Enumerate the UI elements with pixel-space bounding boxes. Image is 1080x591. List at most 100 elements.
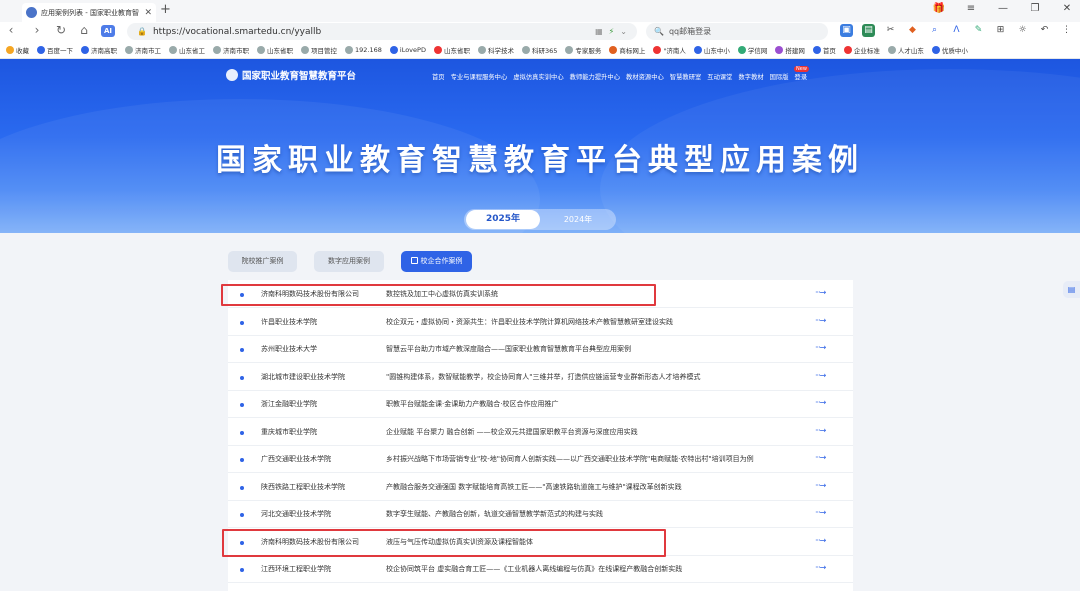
- url-text[interactable]: https://vocational.smartedu.cn/yyallb: [153, 27, 589, 37]
- ai-icon[interactable]: Λ: [950, 24, 963, 37]
- bookmark-item[interactable]: 山东省工: [169, 45, 209, 55]
- case-title[interactable]: 校企双元・虚拟协同・资源共生：许昌职业技术学院计算机网络技术产教智慧教研室建设实…: [386, 317, 673, 327]
- more-arrow-icon[interactable]: ···→: [815, 288, 826, 297]
- nav-item[interactable]: 登录: [795, 72, 808, 81]
- category-tab-enterprise[interactable]: 校企合作案例: [401, 251, 472, 272]
- search-icon[interactable]: ⌕: [928, 24, 941, 37]
- bookmark-item[interactable]: 济南高职: [81, 45, 121, 55]
- bookmark-item[interactable]: 项目管控: [301, 45, 341, 55]
- nav-item[interactable]: 互动课堂: [707, 72, 732, 81]
- bookmark-item[interactable]: "济南人: [653, 45, 690, 55]
- more-icon[interactable]: ⋮: [1060, 24, 1073, 37]
- bookmark-item[interactable]: 学信网: [737, 45, 772, 55]
- case-title[interactable]: 职教平台赋能金课·金课助力产教融合·校区合作应用推广: [386, 399, 558, 409]
- minimize-icon[interactable]: —: [996, 3, 1010, 14]
- case-organization[interactable]: 苏州职业技术大学: [261, 344, 317, 354]
- case-title[interactable]: 乡村振兴战略下市场营销专业"校-地"协同育人创新实践——以广西交通职业技术学院"…: [386, 454, 754, 464]
- lightning-icon[interactable]: ⚡: [609, 27, 615, 36]
- case-organization[interactable]: 广西交通职业技术学院: [261, 454, 331, 464]
- menu-icon[interactable]: ≡: [964, 3, 978, 14]
- more-arrow-icon[interactable]: ···→: [815, 536, 826, 545]
- back-icon[interactable]: ‹: [4, 23, 18, 37]
- bookmark-item[interactable]: 专家服务: [565, 45, 605, 55]
- case-organization[interactable]: 陕西铁路工程职业技术学院: [261, 482, 345, 492]
- bookmark-item[interactable]: 济南市工: [125, 45, 165, 55]
- site-logo[interactable]: 国家职业教育智慧教育平台: [226, 68, 356, 82]
- case-organization[interactable]: 湖北城市建设职业技术学院: [261, 372, 345, 382]
- case-row[interactable]: 苏州职业技术大学 智慧云平台助力市域产教深度融合——国家职业教育智慧教育平台典型应…: [228, 336, 853, 363]
- bookmark-item[interactable]: 山东省职: [257, 45, 297, 55]
- case-title[interactable]: "圆锥构建体系，数智赋能教学，校企协同育人"三维并举，打造供应链运营专业群新形态…: [386, 372, 700, 382]
- home-icon[interactable]: ⌂: [77, 23, 91, 37]
- nav-item[interactable]: 专业与课程服务中心: [451, 72, 508, 81]
- nav-item[interactable]: 首页: [432, 72, 445, 81]
- apps-grid-icon[interactable]: ⊞: [994, 24, 1007, 37]
- more-arrow-icon[interactable]: ···→: [815, 316, 826, 325]
- bookmark-item[interactable]: 企业标准: [843, 45, 884, 55]
- nav-item[interactable]: 智慧教研室: [670, 72, 701, 81]
- case-organization[interactable]: 河北交通职业技术学院: [261, 509, 331, 519]
- more-arrow-icon[interactable]: ···→: [815, 398, 826, 407]
- reload-icon[interactable]: ↻: [54, 23, 68, 37]
- case-title[interactable]: 企业赋能 平台聚力 融合创新 ——校企双元共建国家职教平台资源与深度应用实践: [386, 427, 638, 437]
- case-row[interactable]: 陕西铁路工程职业技术学院 产教融合服务交通强国 数字赋能培育高铁工匠——"高速铁路…: [228, 474, 853, 501]
- bookmark-item[interactable]: 百度一下: [37, 45, 77, 55]
- case-row[interactable]: 浙江金融职业学院 职教平台赋能金课·金课助力产教融合·校区合作应用推广 ···→: [228, 391, 853, 418]
- category-tab-school[interactable]: 院校推广案例: [228, 251, 297, 272]
- bookmark-item[interactable]: 收藏: [6, 45, 33, 55]
- browser-search-box[interactable]: 🔍 qq邮箱登录: [646, 23, 828, 40]
- bookmark-item[interactable]: 192.168: [345, 46, 386, 54]
- bookmark-item[interactable]: 济南市职: [213, 45, 253, 55]
- chevron-down-icon[interactable]: ⌄: [620, 27, 627, 36]
- forward-icon[interactable]: ›: [30, 23, 44, 37]
- case-organization[interactable]: 重庆城市职业学院: [261, 427, 317, 437]
- undo-icon[interactable]: ↶: [1038, 24, 1051, 37]
- bookmark-item[interactable]: iLovePD: [389, 46, 430, 54]
- more-arrow-icon[interactable]: ···→: [815, 563, 826, 572]
- bookmark-item[interactable]: 搭建网: [775, 45, 809, 55]
- settings-icon[interactable]: ☼: [1016, 24, 1029, 37]
- extension-icon[interactable]: ▣: [840, 24, 853, 37]
- bookmark-item[interactable]: 科研365: [521, 45, 561, 55]
- tab-close-icon[interactable]: ✕: [144, 8, 152, 18]
- extension-icon[interactable]: ✎: [972, 24, 985, 37]
- case-organization[interactable]: 江西环境工程职业学院: [261, 564, 331, 574]
- nav-item[interactable]: 教师能力提升中心: [570, 72, 620, 81]
- more-arrow-icon[interactable]: ···→: [815, 343, 826, 352]
- side-float-icon[interactable]: ▤: [1063, 281, 1080, 298]
- tab-2024[interactable]: 2024年: [548, 210, 608, 229]
- browser-tab[interactable]: 应用案例列表 - 国家职业教育智 ✕: [22, 3, 156, 22]
- case-title[interactable]: 校企协同筑平台 虚实融合育工匠——《工业机器人离线编程与仿真》在线课程产教融合创…: [386, 564, 682, 574]
- case-title[interactable]: 数字孪生赋能、产教融合创新，轨道交通智慧教学新范式的构建与实践: [386, 509, 603, 519]
- more-arrow-icon[interactable]: ···→: [815, 508, 826, 517]
- scissors-icon[interactable]: ✂: [884, 24, 897, 37]
- case-row[interactable]: 许昌职业技术学院 校企双元・虚拟协同・资源共生：许昌职业技术学院计算机网络技术产教…: [228, 309, 853, 336]
- grid-icon[interactable]: ▦: [595, 27, 603, 36]
- extension-icon[interactable]: ◆: [906, 24, 919, 37]
- address-bar[interactable]: 🔒 https://vocational.smartedu.cn/yyallb …: [127, 23, 637, 40]
- case-title[interactable]: 智慧云平台助力市域产教深度融合——国家职业教育智慧教育平台典型应用案例: [386, 344, 631, 354]
- case-row[interactable]: 重庆城市职业学院 企业赋能 平台聚力 融合创新 ——校企双元共建国家职教平台资源与…: [228, 419, 853, 446]
- extension-icon[interactable]: ▤: [862, 24, 875, 37]
- nav-item[interactable]: 数字教材: [738, 72, 763, 81]
- case-row[interactable]: 河北交通职业技术学院 数字孪生赋能、产教融合创新，轨道交通智慧教学新范式的构建与实…: [228, 501, 853, 528]
- bookmark-item[interactable]: 首页: [812, 45, 840, 55]
- more-arrow-icon[interactable]: ···→: [815, 426, 826, 435]
- bookmark-item[interactable]: 人才山东: [887, 45, 928, 55]
- case-row[interactable]: 广西交通职业技术学院 乡村振兴战略下市场营销专业"校-地"协同育人创新实践——以广…: [228, 446, 853, 473]
- tab-2025[interactable]: 2025年: [466, 210, 540, 229]
- bookmark-item[interactable]: 商标网上: [609, 45, 649, 55]
- bookmark-item[interactable]: 科学技术: [477, 45, 518, 55]
- more-arrow-icon[interactable]: ···→: [815, 371, 826, 380]
- bookmark-item[interactable]: 山东中小: [693, 45, 734, 55]
- bookmark-item[interactable]: 山东省职: [433, 45, 474, 55]
- case-row[interactable]: 湖北城市建设职业技术学院 "圆锥构建体系，数智赋能教学，校企协同育人"三维并举，打…: [228, 364, 853, 391]
- nav-item[interactable]: 国际版: [770, 72, 789, 81]
- new-tab-button[interactable]: +: [160, 2, 171, 17]
- case-title[interactable]: 产教融合服务交通强国 数字赋能培育高铁工匠——"高速铁路轨道施工与维护"课程改革…: [386, 482, 682, 492]
- more-arrow-icon[interactable]: ···→: [815, 453, 826, 462]
- bookmark-item[interactable]: 优质中小: [931, 45, 972, 55]
- case-organization[interactable]: 浙江金融职业学院: [261, 399, 317, 409]
- gift-icon[interactable]: 🎁: [932, 3, 946, 14]
- close-window-icon[interactable]: ✕: [1060, 3, 1074, 14]
